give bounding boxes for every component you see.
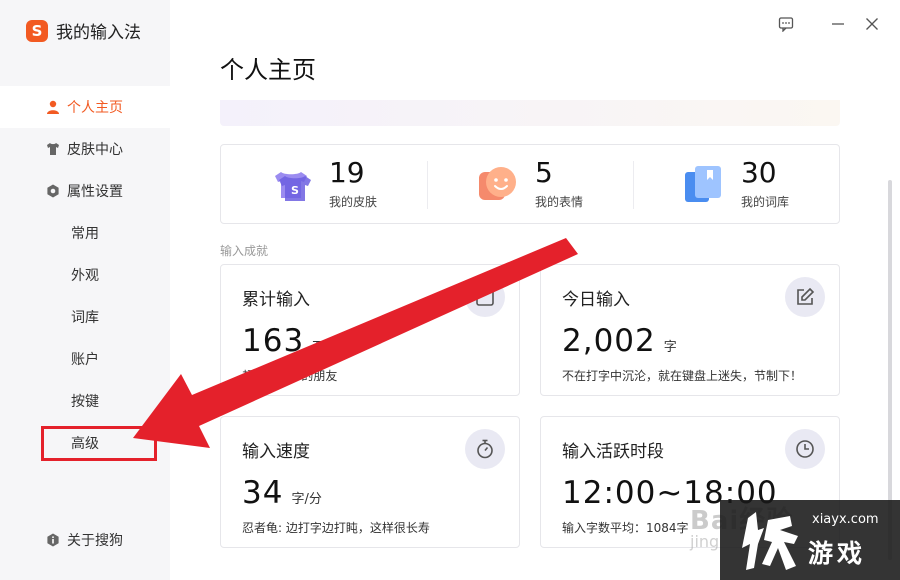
profile-banner <box>220 100 840 126</box>
sidebar-item-label: 账户 <box>71 352 99 368</box>
card-today-input[interactable]: 今日输入 2,002 字 不在打字中沉沦，就在键盘上迷失，节制下！ <box>540 264 840 396</box>
tshirt-icon <box>47 143 59 155</box>
card-unit: 字/分 <box>291 492 322 507</box>
edit-icon-badge <box>785 277 825 317</box>
sidebar-item-keys[interactable]: 按键 <box>0 380 170 422</box>
sidebar-item-label: 词库 <box>71 310 99 326</box>
sidebar-item-skins[interactable]: 皮肤中心 <box>0 128 170 170</box>
svg-text:S: S <box>291 184 299 197</box>
site-brand-text: 游戏 <box>808 539 867 568</box>
sidebar-item-label: 常用 <box>71 226 99 242</box>
stat-value: 5 <box>534 155 553 189</box>
stat-skins[interactable]: S 19 我的皮肤 <box>221 145 427 223</box>
chart-icon <box>476 288 494 306</box>
emoji-face-icon <box>478 167 516 200</box>
sidebar-item-account[interactable]: 账户 <box>0 338 170 380</box>
site-url: xiayx.com <box>812 512 879 527</box>
sidebar-item-settings[interactable]: 属性设置 <box>0 170 170 212</box>
sidebar-item-label: 按键 <box>71 394 99 410</box>
close-button[interactable] <box>862 14 882 34</box>
info-icon <box>47 533 59 547</box>
dictionary-book-icon <box>684 166 721 202</box>
stat-value: 30 <box>740 155 777 189</box>
minimize-button[interactable] <box>828 14 848 34</box>
stats-panel: S 19 我的皮肤 5 我的表情 30 我的词库 <box>220 144 840 224</box>
sidebar-item-common[interactable]: 常用 <box>0 212 170 254</box>
feedback-button[interactable] <box>776 14 796 34</box>
card-total-input[interactable]: 累计输入 163 万字 超越了…%的朋友 <box>220 264 520 396</box>
close-icon <box>866 18 878 30</box>
annotation-highlight-box <box>41 426 157 461</box>
sidebar-item-dictionary[interactable]: 词库 <box>0 296 170 338</box>
card-input-speed[interactable]: 输入速度 34 字/分 忍者龟: 边打字边打盹，这样很长寿 <box>220 416 520 548</box>
stat-label: 我的表情 <box>534 194 583 209</box>
app-title: 我的输入法 <box>56 23 141 43</box>
card-description: 不在打字中沉沦，就在键盘上迷失，节制下！ <box>562 369 803 383</box>
stat-label: 我的词库 <box>740 194 789 209</box>
card-value: 163 万字 <box>242 323 338 359</box>
user-icon <box>47 100 59 114</box>
section-label: 输入成就 <box>220 244 269 258</box>
minimize-icon <box>832 23 844 25</box>
clock-icon-badge <box>785 429 825 469</box>
sidebar-item-label: 外观 <box>71 268 99 284</box>
stat-dictionary[interactable]: 30 我的词库 <box>633 145 839 223</box>
card-value: 34 字/分 <box>242 475 322 511</box>
card-description: 超越了…%的朋友 <box>242 369 338 383</box>
sidebar-item-about[interactable]: 关于搜狗 <box>46 530 123 550</box>
card-title: 输入活跃时段 <box>562 442 664 462</box>
card-number: 163 <box>242 323 305 359</box>
card-value: 2,002 字 <box>562 323 677 359</box>
app-brand: S 我的输入法 <box>26 18 141 43</box>
sidebar-item-label: 皮肤中心 <box>67 142 123 158</box>
feedback-icon <box>778 17 794 32</box>
sidebar-item-home[interactable]: 个人主页 <box>0 86 170 128</box>
sidebar-item-label: 个人主页 <box>67 100 123 116</box>
card-description: 忍者龟: 边打字边打盹，这样很长寿 <box>242 521 430 535</box>
sogou-logo-icon: S <box>26 19 48 42</box>
xia-logo-icon <box>742 512 798 570</box>
page-title: 个人主页 <box>220 56 316 84</box>
stat-emoji[interactable]: 5 我的表情 <box>427 145 633 223</box>
chart-icon-badge <box>465 277 505 317</box>
stat-value: 19 <box>328 155 365 189</box>
site-watermark: xiayx.com 游戏 <box>720 500 900 580</box>
stopwatch-icon <box>477 439 493 459</box>
sidebar: S 我的输入法 个人主页 皮肤中心 属性设置 常用 外观 词库 账户 按键 高级… <box>0 0 170 580</box>
card-unit: 万字 <box>312 340 339 355</box>
baidu-jingyan-watermark: jing <box>690 532 720 551</box>
clock-icon <box>796 440 814 458</box>
hexagon-gear-icon <box>47 184 59 198</box>
card-number: 2,002 <box>562 323 656 359</box>
sidebar-nav: 个人主页 皮肤中心 属性设置 常用 外观 词库 账户 按键 高级 <box>0 86 170 464</box>
stopwatch-icon-badge <box>465 429 505 469</box>
skin-shirt-icon: S <box>274 172 311 201</box>
card-description: 输入字数平均：1084字 <box>562 521 689 535</box>
edit-icon <box>797 287 815 305</box>
card-unit: 字 <box>663 340 677 355</box>
card-number: 34 <box>242 475 284 511</box>
stat-label: 我的皮肤 <box>328 194 377 209</box>
sidebar-item-label: 属性设置 <box>67 184 123 200</box>
sidebar-item-label: 关于搜狗 <box>67 533 123 549</box>
sidebar-item-appearance[interactable]: 外观 <box>0 254 170 296</box>
card-title: 今日输入 <box>562 290 630 310</box>
card-title: 输入速度 <box>242 442 310 462</box>
card-title: 累计输入 <box>242 290 310 310</box>
